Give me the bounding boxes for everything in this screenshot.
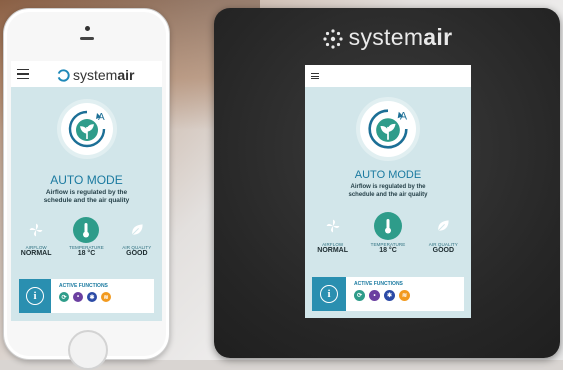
systemair-swirl-icon xyxy=(57,68,70,82)
heat-icon: ≋ xyxy=(399,290,410,301)
metric-temperature[interactable]: TEMPERATURE 18 °C xyxy=(61,215,111,257)
leaf-icon xyxy=(435,210,451,242)
brand-text-bold: air xyxy=(423,24,453,50)
mode-title: AUTO MODE xyxy=(354,169,422,181)
mode-desc-line-2: schedule and the air quality xyxy=(348,191,428,198)
camera-icon xyxy=(85,26,90,31)
drop-icon: • xyxy=(73,292,83,302)
active-functions-list: ⟳ • ✱ ≋ xyxy=(59,292,154,302)
fan-icon xyxy=(325,210,341,242)
active-functions-panel[interactable]: i ACTIVE FUNCTIONS ⟳ • ✱ ≋ xyxy=(19,279,154,313)
auto-mode-icon: A xyxy=(368,109,408,149)
top-bar: system air xyxy=(11,61,162,87)
logo-text-bold: air xyxy=(117,67,135,83)
active-functions-list: ⟳ • ✱ ≋ xyxy=(354,290,464,301)
mode-description: Airflow is regulated by the schedule and… xyxy=(11,189,162,205)
mode-desc-line-1: Airflow is regulated by the xyxy=(45,189,128,196)
mode-title: AUTO MODE xyxy=(50,173,123,187)
metric-value: NORMAL xyxy=(20,250,52,257)
eco-icon: ⟳ xyxy=(354,290,365,301)
app-logo: system air xyxy=(57,67,134,83)
metric-value: 18 °C xyxy=(379,247,397,254)
metric-airflow[interactable]: AIRFLOW NORMAL xyxy=(305,210,360,254)
systemair-dots-icon xyxy=(323,29,343,49)
metrics-row: AIRFLOW NORMAL TEMPERATURE 18 °C AIR QUA… xyxy=(305,210,471,254)
metric-value: NORMAL xyxy=(317,247,349,254)
mode-desc-line-1: Airflow is regulated by the xyxy=(350,184,426,190)
active-functions-label: ACTIVE FUNCTIONS xyxy=(354,281,403,287)
brand-text-light: system xyxy=(348,24,424,50)
mode-letter: A xyxy=(98,112,105,123)
eco-icon: ⟳ xyxy=(59,292,69,302)
metric-airflow[interactable]: AIRFLOW NORMAL xyxy=(11,215,61,257)
drop-icon: • xyxy=(369,290,380,301)
phone-device: system air A AUTO MODE Airflow is regulat… xyxy=(3,8,170,370)
speaker-grille xyxy=(80,37,94,40)
mode-description: Airflow is regulated by the schedule and… xyxy=(305,184,471,199)
mode-letter: A xyxy=(400,110,408,122)
snowflake-icon: ✱ xyxy=(87,292,97,302)
info-icon[interactable]: i xyxy=(19,279,51,313)
thermometer-icon xyxy=(373,212,402,240)
metric-value: GOOD xyxy=(432,247,455,254)
app-view-phone: system air A AUTO MODE Airflow is regulat… xyxy=(11,61,162,321)
phone-screen: system air A AUTO MODE Airflow is regulat… xyxy=(11,61,162,321)
tablet-screen: A AUTO MODE Airflow is regulated by the … xyxy=(305,65,471,318)
metric-value: 18 °C xyxy=(77,250,96,257)
fan-icon xyxy=(28,215,44,245)
mode-desc-line-2: schedule and the air quality xyxy=(43,197,130,205)
heat-icon: ≋ xyxy=(101,292,111,302)
active-functions-panel[interactable]: i ACTIVE FUNCTIONS ⟳ • ✱ ≋ xyxy=(312,277,464,311)
metric-value: GOOD xyxy=(126,250,148,257)
auto-mode-button[interactable]: A xyxy=(61,103,113,155)
metric-air-quality[interactable]: AIR QUALITY GOOD xyxy=(416,210,471,254)
metrics-row: AIRFLOW NORMAL TEMPERATURE 18 °C AIR QUA… xyxy=(11,215,162,257)
snowflake-icon: ✱ xyxy=(384,290,395,301)
auto-mode-icon: A xyxy=(68,110,106,148)
active-functions-label: ACTIVE FUNCTIONS xyxy=(59,283,108,289)
tablet-device: systemair A AUTO MODE Airflow is regulat… xyxy=(214,8,560,358)
menu-icon[interactable] xyxy=(17,69,29,79)
thermometer-icon xyxy=(73,217,100,243)
metric-temperature[interactable]: TEMPERATURE 18 °C xyxy=(360,210,415,254)
metric-air-quality[interactable]: AIR QUALITY GOOD xyxy=(112,215,162,257)
leaf-icon xyxy=(129,215,145,245)
home-button[interactable] xyxy=(68,330,108,370)
tablet-brand-logo: systemair xyxy=(214,24,560,51)
auto-mode-button[interactable]: A xyxy=(360,101,416,157)
menu-icon[interactable] xyxy=(311,73,319,79)
info-icon[interactable]: i xyxy=(312,277,346,311)
top-bar xyxy=(305,65,471,87)
app-view-tablet: A AUTO MODE Airflow is regulated by the … xyxy=(305,65,471,318)
logo-text-light: system xyxy=(73,67,118,83)
